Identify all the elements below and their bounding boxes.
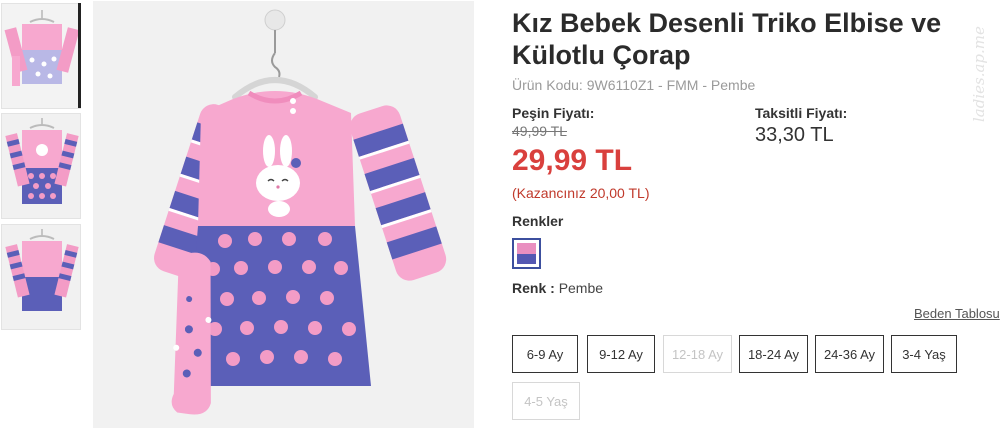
product-code: Ürün Kodu: 9W6110Z1 - FMM - Pembe: [512, 77, 756, 93]
product-info-panel: Kız Bebek Desenli Triko Elbise ve Külotl…: [512, 0, 1000, 428]
dress-thumbnail-image: [2, 114, 80, 218]
main-product-image[interactable]: [93, 1, 474, 428]
size-option[interactable]: 9-12 Ay: [587, 335, 655, 373]
size-option[interactable]: 18-24 Ay: [739, 335, 808, 373]
cash-price-label: Peşin Fiyatı:: [512, 105, 595, 121]
colors-heading: Renkler: [512, 213, 564, 229]
swatch-top-color: [517, 243, 536, 254]
old-price: 49,99 TL: [512, 123, 568, 139]
size-option[interactable]: 3-4 Yaş: [891, 335, 957, 373]
dress-thumbnail-image: [2, 4, 80, 108]
selected-color-label: Renk :: [512, 280, 555, 296]
size-option[interactable]: 6-9 Ay: [512, 335, 578, 373]
thumbnail-2[interactable]: [1, 113, 81, 219]
size-option[interactable]: 12-18 Ay: [663, 335, 732, 373]
dress-product-image: [93, 1, 474, 428]
color-swatch-fill: [517, 243, 536, 264]
size-table-link[interactable]: Beden Tablosu: [914, 306, 1000, 321]
color-swatch-pembe[interactable]: [512, 238, 541, 269]
current-price: 29,99 TL: [512, 144, 633, 177]
size-option[interactable]: 4-5 Yaş: [512, 382, 580, 420]
product-title: Kız Bebek Desenli Triko Elbise ve Külotl…: [512, 8, 942, 70]
watermark: ladies.ap.me: [970, 26, 988, 122]
active-thumbnail-indicator: [78, 3, 81, 108]
selected-color-row: Renk : Pembe: [512, 280, 603, 296]
swatch-bottom-color: [517, 253, 536, 264]
installment-price-label: Taksitli Fiyatı:: [755, 105, 848, 121]
dress-thumbnail-image: [2, 225, 80, 329]
size-option[interactable]: 24-36 Ay: [815, 335, 884, 373]
saving-amount: (Kazancınız 20,00 TL): [512, 185, 650, 201]
selected-color-value: Pembe: [558, 280, 604, 296]
thumbnail-1[interactable]: [1, 3, 81, 109]
installment-price: 33,30 TL: [755, 124, 834, 146]
thumbnail-3[interactable]: [1, 224, 81, 330]
